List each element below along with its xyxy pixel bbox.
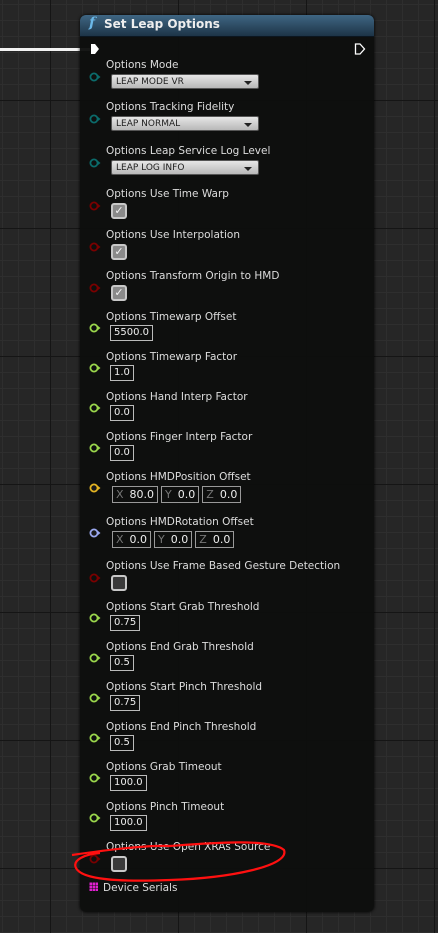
array-pin-icon[interactable] — [88, 882, 100, 892]
vector-input: X 80.0 Y 0.0 Z 0.0 — [112, 486, 242, 503]
pin-label: Options Transform Origin to HMD — [106, 270, 280, 282]
rotator-input: X 0.0 Y 0.0 Z 0.0 — [112, 531, 235, 548]
exec-wire — [0, 48, 90, 51]
checkbox[interactable] — [111, 575, 127, 591]
float-pin-icon[interactable] — [89, 693, 101, 703]
float-input[interactable]: 0.5 — [110, 735, 134, 751]
x-component-input[interactable]: X 0.0 — [112, 531, 152, 548]
float-input[interactable]: 0.75 — [110, 615, 141, 631]
enum-dropdown[interactable]: LEAP MODE VR — [111, 74, 259, 89]
pin-label: Options Use Open XRAs Source — [106, 841, 271, 853]
enum-dropdown[interactable]: LEAP NORMAL — [111, 116, 259, 131]
float-pin-icon[interactable] — [89, 653, 101, 663]
y-component-input[interactable]: Y 0.0 — [161, 486, 200, 503]
float-pin-icon[interactable] — [89, 443, 101, 453]
node-header[interactable]: f Set Leap Options — [80, 15, 374, 37]
checkbox[interactable]: ✓ — [111, 244, 127, 260]
float-pin-icon[interactable] — [89, 363, 101, 373]
pin-label: Options Tracking Fidelity — [106, 101, 235, 113]
axis-value: 0.0 — [129, 533, 148, 546]
axis-value: 0.0 — [219, 488, 238, 501]
float-input[interactable]: 0.0 — [110, 405, 134, 421]
pin-label: Options HMDRotation Offset — [106, 516, 254, 528]
pin-label: Options Use Interpolation — [106, 229, 241, 241]
exec-input-pin-icon[interactable] — [90, 43, 100, 55]
pin-label: Options End Pinch Threshold — [106, 721, 257, 733]
vector-pin-icon[interactable] — [89, 483, 101, 493]
node-title: Set Leap Options — [104, 17, 220, 31]
axis-label: X — [116, 488, 124, 501]
float-pin-icon[interactable] — [89, 773, 101, 783]
pin-label: Options Finger Interp Factor — [106, 431, 253, 443]
chevron-down-icon — [244, 81, 252, 85]
chevron-down-icon — [244, 123, 252, 127]
axis-label: Y — [158, 533, 165, 546]
pin-label: Options Start Grab Threshold — [106, 601, 260, 613]
float-pin-icon[interactable] — [89, 733, 101, 743]
float-input[interactable]: 100.0 — [110, 775, 147, 791]
axis-value: 0.0 — [212, 533, 231, 546]
pin-label: Options Use Frame Based Gesture Detectio… — [106, 560, 341, 572]
function-icon: f — [89, 15, 96, 31]
z-component-input[interactable]: Z 0.0 — [202, 486, 242, 503]
axis-label: Z — [199, 533, 207, 546]
pin-label: Options Mode — [106, 59, 179, 71]
dropdown-value: LEAP NORMAL — [116, 119, 181, 129]
rotator-pin-icon[interactable] — [89, 528, 101, 538]
dropdown-value: LEAP LOG INFO — [116, 163, 185, 173]
pin-label: Options Pinch Timeout — [106, 801, 225, 813]
axis-value: 80.0 — [129, 488, 155, 501]
checkbox[interactable] — [111, 856, 127, 872]
float-input[interactable]: 100.0 — [110, 815, 147, 831]
checkbox[interactable]: ✓ — [111, 203, 127, 219]
enum-pin-icon[interactable] — [89, 114, 101, 124]
dropdown-value: LEAP MODE VR — [116, 77, 184, 87]
float-input[interactable]: 1.0 — [110, 365, 134, 381]
float-pin-icon[interactable] — [89, 613, 101, 623]
axis-label: Y — [165, 488, 172, 501]
axis-value: 0.0 — [170, 533, 189, 546]
bool-pin-icon[interactable] — [89, 854, 101, 864]
pin-label: Options HMDPosition Offset — [106, 471, 251, 483]
float-pin-icon[interactable] — [89, 813, 101, 823]
set-leap-options-node[interactable]: f Set Leap Options Options Mode LEAP MODE… — [80, 15, 374, 912]
pin-label: Options Hand Interp Factor — [106, 391, 248, 403]
pin-label: Device Serials — [103, 882, 178, 894]
enum-pin-icon[interactable] — [89, 158, 101, 168]
pin-label: Options Timewarp Offset — [106, 311, 237, 323]
pin-label: Options End Grab Threshold — [106, 641, 254, 653]
z-component-input[interactable]: Z 0.0 — [195, 531, 235, 548]
pin-label: Options Start Pinch Threshold — [106, 681, 263, 693]
axis-label: X — [116, 533, 124, 546]
pin-label: Options Use Time Warp — [106, 188, 229, 200]
float-pin-icon[interactable] — [89, 403, 101, 413]
y-component-input[interactable]: Y 0.0 — [154, 531, 193, 548]
axis-label: Z — [206, 488, 214, 501]
bool-pin-icon[interactable] — [89, 283, 101, 293]
x-component-input[interactable]: X 80.0 — [112, 486, 159, 503]
checkmark-icon: ✓ — [114, 286, 124, 299]
checkmark-icon: ✓ — [114, 204, 124, 217]
pin-label: Options Leap Service Log Level — [106, 145, 271, 157]
float-pin-icon[interactable] — [89, 323, 101, 333]
exec-output-pin-icon[interactable] — [354, 43, 366, 55]
pin-label: Options Grab Timeout — [106, 761, 222, 773]
pin-label: Options Timewarp Factor — [106, 351, 238, 363]
axis-value: 0.0 — [177, 488, 196, 501]
enum-dropdown[interactable]: LEAP LOG INFO — [111, 160, 259, 175]
checkbox[interactable]: ✓ — [111, 285, 127, 301]
checkmark-icon: ✓ — [114, 245, 124, 258]
bool-pin-icon[interactable] — [89, 201, 101, 211]
bool-pin-icon[interactable] — [89, 573, 101, 583]
float-input[interactable]: 5500.0 — [110, 325, 153, 341]
float-input[interactable]: 0.5 — [110, 655, 134, 671]
float-input[interactable]: 0.0 — [110, 445, 134, 461]
bool-pin-icon[interactable] — [89, 242, 101, 252]
float-input[interactable]: 0.75 — [110, 695, 141, 711]
chevron-down-icon — [244, 167, 252, 171]
enum-pin-icon[interactable] — [89, 72, 101, 82]
